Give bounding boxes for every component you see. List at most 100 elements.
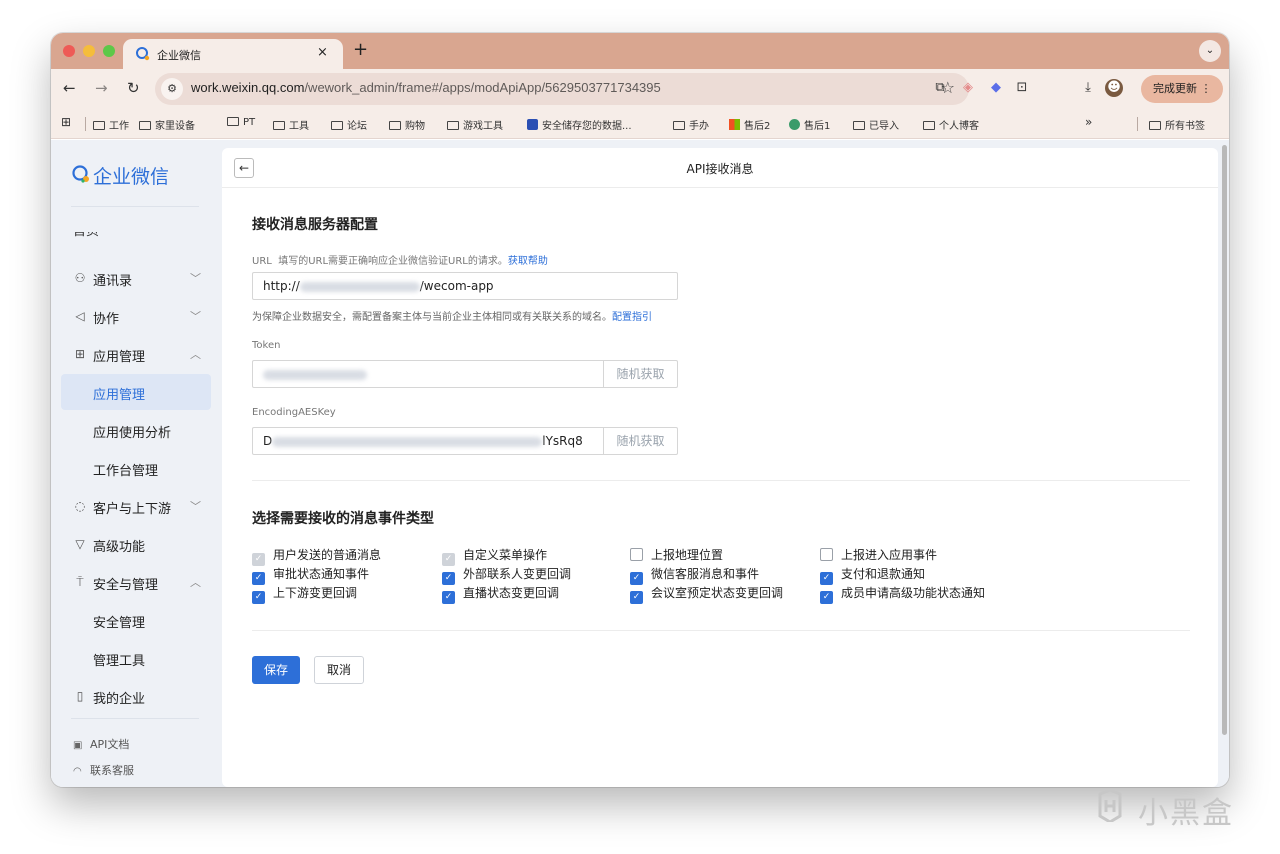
screenshot-ext-icon[interactable]: ⧉	[931, 79, 949, 97]
ext-icon-pink[interactable]: ◈	[959, 79, 977, 97]
page-title: API接收消息	[686, 162, 754, 176]
event-checkbox-label: 上报进入应用事件	[841, 548, 938, 562]
event-checkbox[interactable]: ✓ 会议室预定状态变更回调	[630, 584, 783, 604]
apps-grid-icon: ⊞	[74, 347, 86, 361]
checkbox-checked-icon: ✓	[630, 591, 643, 604]
sidebar-subitem-admin-tools[interactable]: 管理工具	[61, 640, 211, 676]
profile-avatar[interactable]: ☻	[1105, 79, 1123, 97]
event-checkbox[interactable]: 上报进入应用事件	[820, 546, 937, 563]
close-window-button[interactable]	[63, 45, 75, 57]
all-bookmarks-folder[interactable]: 所有书签	[1149, 117, 1205, 132]
wecom-logo-icon	[136, 47, 150, 61]
footer-link-api-docs[interactable]: ▣ API文档	[73, 736, 129, 752]
token-label: Token	[252, 340, 281, 351]
bookmark-folder[interactable]: 工作	[93, 117, 129, 132]
forward-arrow-icon[interactable]: →	[95, 79, 108, 97]
chat-bubble-icon: ◌	[74, 499, 86, 513]
bookmark-folder[interactable]: 购物	[389, 117, 425, 132]
back-arrow-icon[interactable]: ←	[63, 79, 76, 97]
get-help-link[interactable]: 获取帮助	[508, 256, 548, 267]
bookmark-folder[interactable]: 个人博客	[923, 117, 979, 132]
sidebar-subitem-app-management[interactable]: 应用管理	[61, 374, 211, 410]
event-checkbox[interactable]: 上报地理位置	[630, 546, 723, 563]
footer-link-support[interactable]: ◠ 联系客服	[73, 762, 134, 778]
sidebar-item-app-management[interactable]: ⊞ 应用管理 ︿	[61, 336, 211, 372]
sidebar-subitem-security-management[interactable]: 安全管理	[61, 602, 211, 638]
cancel-button[interactable]: 取消	[314, 656, 364, 684]
headset-icon: ◠	[73, 766, 82, 777]
address-bar[interactable]: ⚙ work.weixin.qq.com/wework_admin/frame#…	[155, 73, 969, 105]
site-settings-icon[interactable]: ⚙	[161, 78, 183, 100]
aes-random-button[interactable]: 随机获取	[603, 428, 677, 454]
bookmark-folder[interactable]: 工具	[273, 117, 309, 132]
sidebar-item-my-company[interactable]: ▯ 我的企业	[61, 678, 211, 714]
ext-icon-blue[interactable]: ◆	[987, 79, 1005, 97]
url-text[interactable]: work.weixin.qq.com/wework_admin/frame#/a…	[191, 80, 661, 95]
sidebar: 企业微信 首页 ⚇ 通讯录 ﹀ ◁ 协作 ﹀ ⊞ 应用管理 ︿ 应用管理	[51, 140, 221, 787]
event-checkbox[interactable]: ✓ 外部联系人变更回调	[442, 565, 571, 585]
checkbox-unchecked-icon	[820, 548, 833, 561]
event-checkbox[interactable]: ✓ 支付和退款通知	[820, 565, 925, 585]
new-tab-button[interactable]: +	[353, 41, 368, 59]
minimize-window-button[interactable]	[83, 45, 95, 57]
event-checkbox[interactable]: ✓ 直播状态变更回调	[442, 584, 559, 604]
tab-close-icon[interactable]: ×	[317, 45, 328, 60]
building-icon: ▯	[76, 689, 84, 703]
token-random-button[interactable]: 随机获取	[603, 361, 677, 387]
sidebar-item-home-partial[interactable]: 首页	[73, 232, 133, 240]
bookmarks-bar: ⊞ 工作 家里设备 PT 工具 论坛 购物 游戏工具 安全储存您的数据... 手…	[51, 109, 1229, 139]
sidebar-item-customers[interactable]: ◌ 客户与上下游 ﹀	[61, 488, 211, 524]
heybox-logo-icon	[1098, 790, 1122, 822]
event-checkbox-label: 外部联系人变更回调	[463, 567, 572, 581]
aes-key-input[interactable]: DlYsRq8 随机获取	[252, 427, 678, 455]
chevron-up-icon: ︿	[190, 576, 201, 589]
event-checkbox-label: 审批状态通知事件	[273, 567, 370, 581]
maximize-window-button[interactable]	[103, 45, 115, 57]
reload-icon[interactable]: ↻	[127, 79, 140, 97]
sidebar-subitem-app-analytics[interactable]: 应用使用分析	[61, 412, 211, 448]
event-checkbox-label: 上报地理位置	[651, 548, 724, 562]
bookmark-link[interactable]: 售后2	[729, 117, 770, 132]
diamond-icon: ▽	[75, 537, 85, 551]
url-label: URL 填写的URL需要正确响应企业微信验证URL的请求。获取帮助	[252, 256, 548, 267]
bookmark-secure-storage[interactable]: 安全储存您的数据...	[527, 117, 632, 132]
extensions-puzzle-icon[interactable]: ⊡	[1013, 79, 1031, 97]
token-input[interactable]: 随机获取	[252, 360, 678, 388]
sidebar-item-collab[interactable]: ◁ 协作 ﹀	[61, 298, 211, 334]
download-icon[interactable]: ⤓	[1079, 79, 1097, 97]
config-guide-link[interactable]: 配置指引	[612, 312, 652, 323]
sidebar-item-contacts[interactable]: ⚇ 通讯录 ﹀	[61, 260, 211, 296]
browser-toolbar: ← → ↻ ⚙ work.weixin.qq.com/wework_admin/…	[51, 69, 1229, 109]
checkbox-unchecked-icon	[630, 548, 643, 561]
event-checkbox[interactable]: ✓ 微信客服消息和事件	[630, 565, 759, 585]
chevron-down-icon: ﹀	[190, 272, 201, 285]
url-input[interactable]: http:///wecom-app	[252, 272, 678, 300]
event-checkbox-label: 成员申请高级功能状态通知	[841, 586, 986, 600]
save-button[interactable]: 保存	[252, 656, 300, 684]
event-checkbox[interactable]: ✓ 审批状态通知事件	[252, 565, 369, 585]
event-checkbox: ✓ 用户发送的普通消息	[252, 546, 381, 566]
sidebar-item-security[interactable]: ⍑ 安全与管理 ︿	[61, 564, 211, 600]
bookmark-folder[interactable]: 游戏工具	[447, 117, 503, 132]
event-checkbox[interactable]: ✓ 成员申请高级功能状态通知	[820, 584, 985, 604]
bookmark-folder[interactable]: 已导入	[853, 117, 899, 132]
event-checkbox[interactable]: ✓ 上下游变更回调	[252, 584, 357, 604]
update-button[interactable]: 完成更新 ⋮	[1141, 75, 1223, 103]
sidebar-item-advanced[interactable]: ▽ 高级功能	[61, 526, 211, 562]
bookmark-link[interactable]: 售后1	[789, 117, 830, 132]
chevron-down-icon: ﹀	[190, 310, 201, 323]
event-checkbox: ✓ 自定义菜单操作	[442, 546, 547, 566]
collab-icon: ◁	[75, 309, 85, 323]
more-bookmarks-icon[interactable]: »	[1085, 115, 1092, 129]
bookmark-folder[interactable]: 手办	[673, 117, 709, 132]
apps-grid-icon[interactable]: ⊞	[61, 115, 71, 129]
bookmark-folder[interactable]: PT	[227, 117, 255, 128]
tab-search-button[interactable]: ⌄	[1199, 40, 1221, 62]
browser-tab[interactable]: 企业微信 ×	[123, 39, 343, 69]
bookmark-folder[interactable]: 家里设备	[139, 117, 195, 132]
page-scrollbar[interactable]	[1221, 141, 1229, 741]
app-area: 企业微信 首页 ⚇ 通讯录 ﹀ ◁ 协作 ﹀ ⊞ 应用管理 ︿ 应用管理	[51, 140, 1229, 787]
bookmark-folder[interactable]: 论坛	[331, 117, 367, 132]
sidebar-subitem-workbench[interactable]: 工作台管理	[61, 450, 211, 486]
panel-header: ← API接收消息	[222, 148, 1218, 188]
